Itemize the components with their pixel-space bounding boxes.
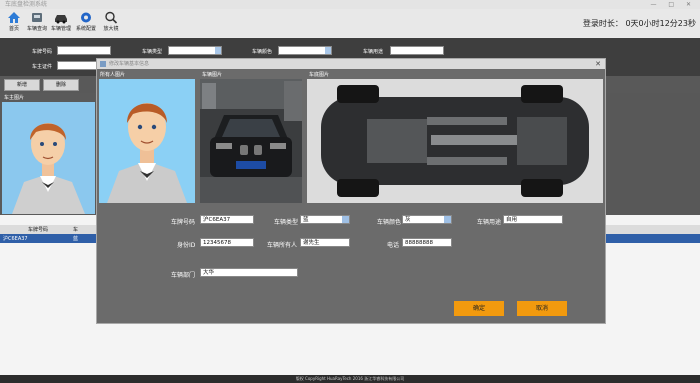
usage-input[interactable]: 自用	[503, 215, 563, 224]
owner-input[interactable]: 谢先生	[300, 238, 350, 247]
car-manage-icon	[55, 15, 67, 24]
dialog-chassis-photo	[307, 79, 603, 203]
dialog-car-photo	[200, 79, 302, 203]
filter-pass-label: 车主证件	[32, 64, 53, 70]
owner-label: 车辆所有人	[267, 242, 298, 249]
car-photo-label: 车辆图片	[202, 72, 223, 78]
color-label: 车辆颜色	[377, 219, 402, 226]
type-select[interactable]: 蓝	[300, 215, 350, 224]
owner-photo-label: 所有人图片	[100, 72, 126, 78]
usage-label: 车辆用途	[477, 219, 502, 226]
toolbar-car-manage-button[interactable]: 车辆管理	[48, 9, 74, 32]
plate-input[interactable]: 沪C6EA37	[200, 215, 254, 224]
chassis-photo-label: 车底图片	[309, 72, 330, 78]
toolbar-settings-button[interactable]: 系统配置	[73, 9, 99, 32]
home-icon	[8, 12, 20, 23]
login-duration-value: 0天0小时12分23秒	[625, 19, 696, 28]
list-row-type: 蓝	[73, 236, 79, 242]
login-duration-label: 登录时长：	[582, 19, 623, 28]
avatar	[12, 123, 85, 214]
chassis-photo-image	[307, 79, 603, 203]
filter-plate-label: 车牌号码	[32, 49, 53, 55]
phone-label: 电话	[387, 242, 400, 249]
avatar	[107, 103, 187, 203]
right-background-strip	[602, 93, 700, 215]
toolbar: 首页 车辆查询 车辆管理 系统配置 放大镜 登录时长： 0天0小时12分23秒	[0, 9, 700, 37]
dialog-app-icon	[100, 61, 106, 67]
filter-color-label: 车辆颜色	[252, 49, 273, 55]
list-row-plate: 沪C6EA37	[3, 236, 28, 242]
list-col-plate: 车牌号码	[28, 227, 49, 233]
login-duration: 登录时长： 0天0小时12分23秒	[583, 18, 696, 29]
owner-photo	[2, 102, 95, 214]
type-select-value: 蓝	[303, 217, 309, 223]
footer: 版权 CopyRight HuaRayTech 2016 浙江华睿科技有限公司	[0, 375, 700, 383]
car-photo-image	[200, 79, 302, 203]
filter-usage-label: 车辆用途	[363, 49, 384, 55]
toolbar-car-manage-label: 车辆管理	[50, 26, 71, 32]
dept-input[interactable]: 大华	[200, 268, 298, 277]
filter-type-label: 车辆类型	[142, 49, 163, 55]
color-select-value: 灰	[405, 217, 411, 223]
car-search-icon	[32, 13, 42, 22]
dialog-title: 修改车辆基本信息	[109, 61, 150, 67]
window-title: 车底盘检测系统	[5, 1, 48, 8]
add-button[interactable]: 新增	[4, 79, 40, 91]
toolbar-settings-label: 系统配置	[75, 26, 96, 32]
filter-plate-input[interactable]	[57, 46, 111, 55]
close-icon[interactable]: ✕	[595, 59, 601, 69]
magnifier-icon	[105, 11, 118, 24]
ok-button[interactable]: 确定	[454, 301, 504, 316]
cancel-button[interactable]: 取消	[517, 301, 567, 316]
dialog-owner-photo	[99, 79, 195, 203]
toolbar-magnifier-label: 放大镜	[103, 26, 119, 32]
filter-color-select[interactable]	[278, 46, 332, 55]
color-select[interactable]: 灰	[402, 215, 452, 224]
toolbar-home-label: 首页	[8, 26, 19, 32]
dialog-title-bar: 修改车辆基本信息 ✕	[97, 59, 605, 69]
owner-photo-header: 车主图片	[4, 95, 25, 101]
title-bar: 车底盘检测系统 — □ ✕	[0, 0, 700, 9]
type-label: 车辆类型	[274, 219, 299, 226]
gear-icon	[81, 12, 91, 23]
toolbar-car-search-button[interactable]: 车辆查询	[24, 9, 50, 32]
delete-button[interactable]: 删除	[43, 79, 79, 91]
id-input[interactable]: 12345678	[200, 238, 254, 247]
dept-label: 车辆部门	[171, 272, 196, 279]
list-col-dept: 车	[73, 227, 79, 233]
plate-label: 车牌号码	[171, 219, 196, 226]
toolbar-car-search-label: 车辆查询	[26, 26, 47, 32]
filter-type-select[interactable]	[168, 46, 222, 55]
edit-vehicle-dialog: 修改车辆基本信息 ✕ 所有人图片 车辆图片 车底图片 车牌号码 沪C6EA37 …	[96, 58, 606, 324]
filter-usage-input[interactable]	[390, 46, 444, 55]
toolbar-magnifier-button[interactable]: 放大镜	[98, 9, 124, 32]
phone-input[interactable]: 88888888	[402, 238, 452, 247]
window-controls[interactable]: — □ ✕	[650, 0, 696, 9]
id-label: 身份ID	[177, 242, 196, 249]
